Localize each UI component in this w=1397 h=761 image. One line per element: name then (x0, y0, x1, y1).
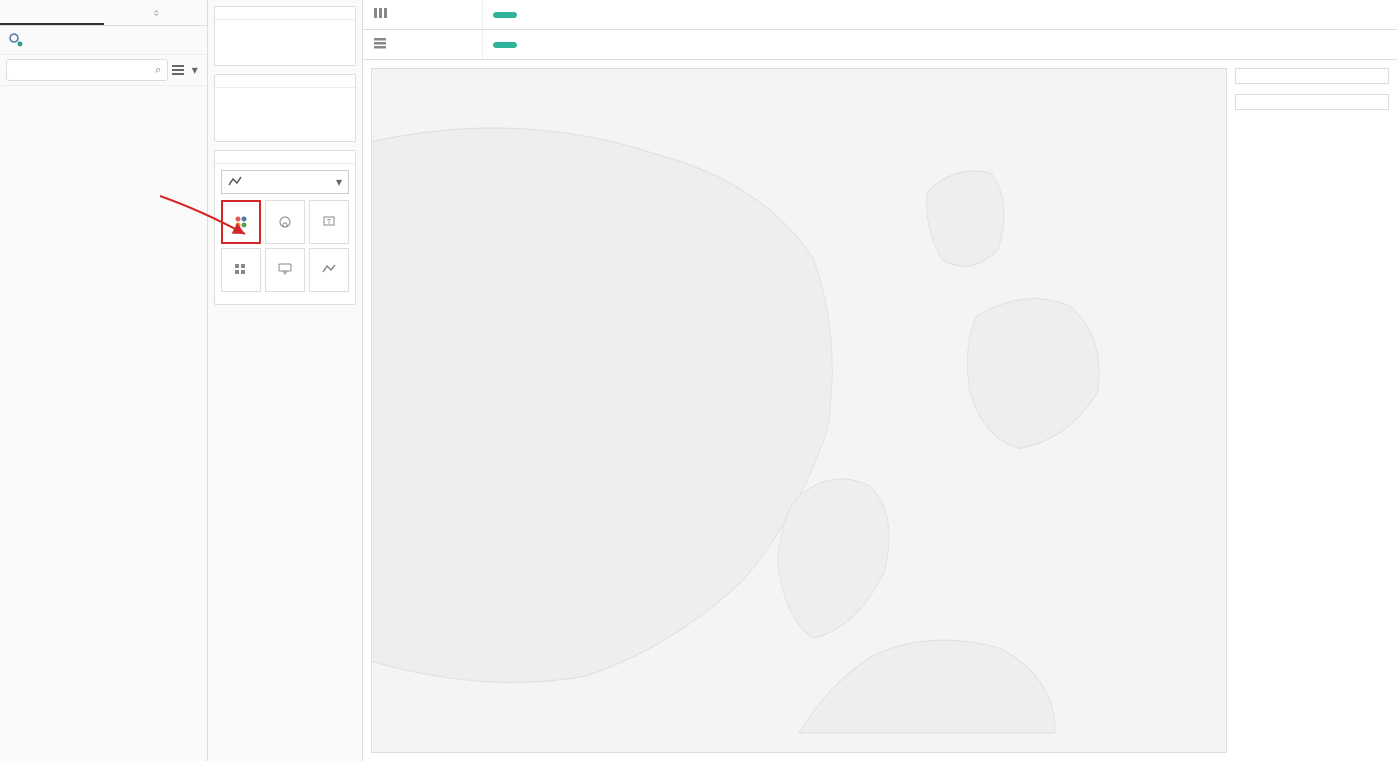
marks-path-button[interactable] (309, 248, 349, 292)
size-legend-title (1242, 73, 1382, 79)
filters-card[interactable] (214, 74, 356, 142)
viz-area (363, 60, 1397, 761)
marks-tooltip-button[interactable] (265, 248, 305, 292)
tables-header (0, 86, 207, 94)
marks-detail-button[interactable] (221, 248, 261, 292)
columns-label (363, 0, 483, 29)
dropdown-icon[interactable]: ▾ (189, 61, 201, 79)
size-legend[interactable] (1235, 68, 1389, 84)
search-row: ⌕ ▾ (0, 55, 207, 86)
mark-type-select[interactable] (221, 170, 349, 194)
view-toggle-icon[interactable] (172, 61, 184, 79)
path-icon (321, 262, 337, 276)
map-svg (372, 69, 1226, 752)
rows-pill[interactable] (493, 42, 517, 48)
name-legend[interactable] (1235, 94, 1389, 110)
mark-pills (215, 292, 355, 304)
columns-pill[interactable] (493, 12, 517, 18)
rows-shelf[interactable] (363, 30, 1397, 60)
name-legend-title (1242, 99, 1382, 105)
marks-title (215, 151, 355, 164)
shelves (363, 0, 1397, 60)
filters-title (215, 75, 355, 88)
pages-card[interactable] (214, 6, 356, 66)
datasource-icon (8, 32, 24, 48)
tooltip-icon (277, 262, 293, 276)
search-input[interactable] (13, 64, 155, 76)
pages-title (215, 7, 355, 20)
tab-data[interactable] (0, 0, 104, 25)
size-icon (277, 214, 293, 228)
svg-text:T: T (327, 219, 332, 226)
rows-icon (373, 37, 387, 52)
color-icon (233, 214, 249, 228)
map-canvas[interactable] (371, 68, 1227, 753)
marks-label-button[interactable]: T (309, 200, 349, 244)
cards-pane: T (208, 0, 363, 761)
marks-color-button[interactable] (221, 200, 261, 244)
detail-icon (233, 262, 249, 276)
field-search[interactable]: ⌕ (6, 59, 168, 81)
datasource-row[interactable] (0, 26, 207, 55)
columns-shelf[interactable] (363, 0, 1397, 30)
label-icon: T (321, 214, 337, 228)
marks-size-button[interactable] (265, 200, 305, 244)
marks-grid: T (215, 200, 355, 292)
line-icon (228, 175, 242, 189)
data-pane: ⌕ ▾ (0, 0, 208, 761)
search-icon: ⌕ (155, 64, 161, 77)
columns-icon (373, 7, 387, 22)
rows-label (363, 30, 483, 59)
data-tabs (0, 0, 207, 26)
marks-card: T (214, 150, 356, 305)
legend-pane (1235, 68, 1389, 753)
work-pane (363, 0, 1397, 761)
tab-analytics[interactable] (104, 0, 208, 25)
